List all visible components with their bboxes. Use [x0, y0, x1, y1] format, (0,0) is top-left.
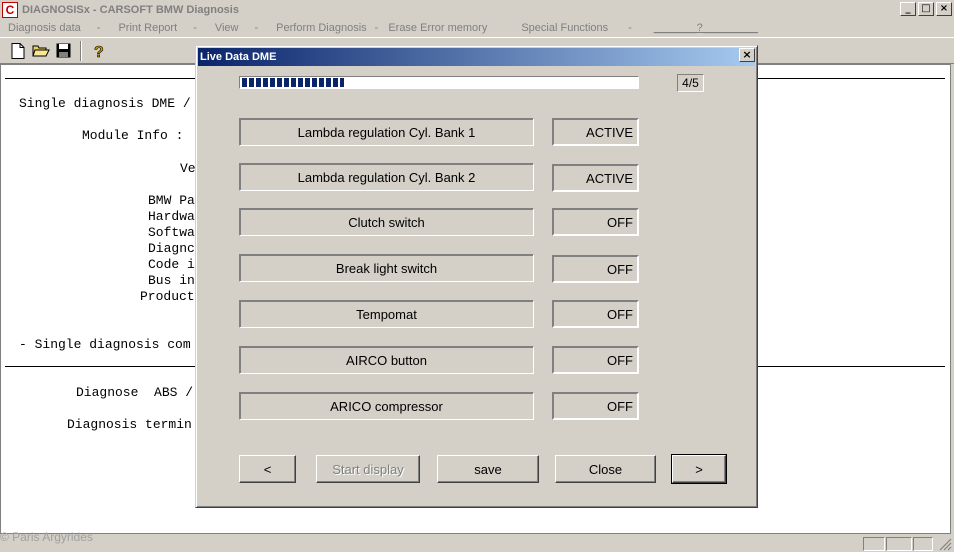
save-button[interactable]: save — [437, 455, 539, 483]
report-line: Product — [140, 289, 195, 304]
menu-view[interactable]: View — [207, 22, 245, 34]
maximize-button[interactable]: □ — [918, 2, 934, 16]
report-line: Bus in — [148, 273, 195, 288]
help-icon[interactable]: ? — [87, 40, 110, 62]
title-bar: C DIAGNOSISx - CARSOFT BMW Diagnosis _ □… — [0, 0, 954, 19]
report-line: Softwa — [148, 225, 195, 240]
window-title: DIAGNOSISx - CARSOFT BMW Diagnosis — [22, 3, 239, 16]
resize-grip-icon[interactable] — [939, 538, 952, 551]
menu-erase-error-memory[interactable]: Erase Error memory — [380, 22, 493, 34]
live-data-value: ACTIVE — [552, 164, 639, 192]
live-data-label: Clutch switch — [239, 208, 534, 236]
menu-perform-diagnosis[interactable]: Perform Diagnosis — [268, 22, 372, 34]
svg-text:?: ? — [94, 44, 104, 59]
previous-page-button[interactable]: < — [239, 455, 296, 483]
new-file-icon[interactable] — [6, 40, 29, 62]
status-panel — [863, 537, 885, 551]
live-data-value: ACTIVE — [552, 118, 639, 146]
menu-help[interactable]: _______?_________ — [654, 22, 758, 34]
report-line: BMW Pa — [148, 193, 195, 208]
dialog-close-icon[interactable]: × — [739, 48, 755, 62]
save-disk-icon[interactable] — [52, 40, 75, 62]
menu-diagnosis-data[interactable]: Diagnosis data — [0, 22, 87, 34]
live-data-value: OFF — [552, 346, 639, 374]
close-button[interactable]: Close — [555, 455, 656, 483]
menu-special-functions[interactable]: Special Functions — [513, 22, 614, 34]
report-line: Single diagnosis DME / — [19, 96, 191, 111]
app-icon[interactable]: C — [2, 1, 18, 18]
next-page-button[interactable]: > — [671, 454, 727, 484]
report-line: Diagnc — [148, 241, 195, 256]
live-data-value: OFF — [552, 392, 639, 420]
report-line: Hardwa — [148, 209, 195, 224]
open-folder-icon[interactable] — [29, 40, 52, 62]
minimize-button[interactable]: _ — [900, 2, 916, 16]
live-data-label: Lambda regulation Cyl. Bank 1 — [239, 118, 534, 146]
start-display-button[interactable]: Start display — [316, 455, 420, 483]
status-panel — [913, 537, 933, 551]
menu-print-report[interactable]: Print Report — [110, 22, 183, 34]
menu-bar: Diagnosis data - Print Report - View - P… — [0, 19, 954, 37]
report-line: Code i — [148, 257, 195, 272]
status-bar — [0, 534, 954, 552]
status-panel — [886, 537, 912, 551]
live-data-label: AIRCO button — [239, 346, 534, 374]
progress-fill — [242, 78, 345, 87]
live-data-value: OFF — [552, 300, 639, 328]
watermark: © Paris Argyrides — [0, 530, 93, 544]
live-data-value: OFF — [552, 255, 639, 283]
live-data-label: Break light switch — [239, 254, 534, 282]
dialog-title: Live Data DME — [200, 51, 277, 63]
report-line: Ve — [180, 161, 196, 176]
progress-bar — [239, 76, 639, 89]
dialog-title-bar: Live Data DME — [198, 48, 755, 66]
close-window-button[interactable]: × — [936, 2, 952, 16]
report-line: Diagnosis termin — [67, 417, 192, 432]
report-line: Diagnose ABS / — [76, 385, 194, 400]
live-data-dialog: Live Data DME × 4/5 Lambda regulation Cy… — [195, 45, 758, 508]
live-data-label: Lambda regulation Cyl. Bank 2 — [239, 163, 534, 191]
report-line: - Single diagnosis com — [19, 337, 191, 352]
page-indicator: 4/5 — [677, 74, 704, 92]
report-line: Module Info : — [82, 128, 184, 143]
live-data-label: ARICO compressor — [239, 392, 534, 420]
live-data-label: Tempomat — [239, 300, 534, 328]
live-data-value: OFF — [552, 208, 639, 236]
